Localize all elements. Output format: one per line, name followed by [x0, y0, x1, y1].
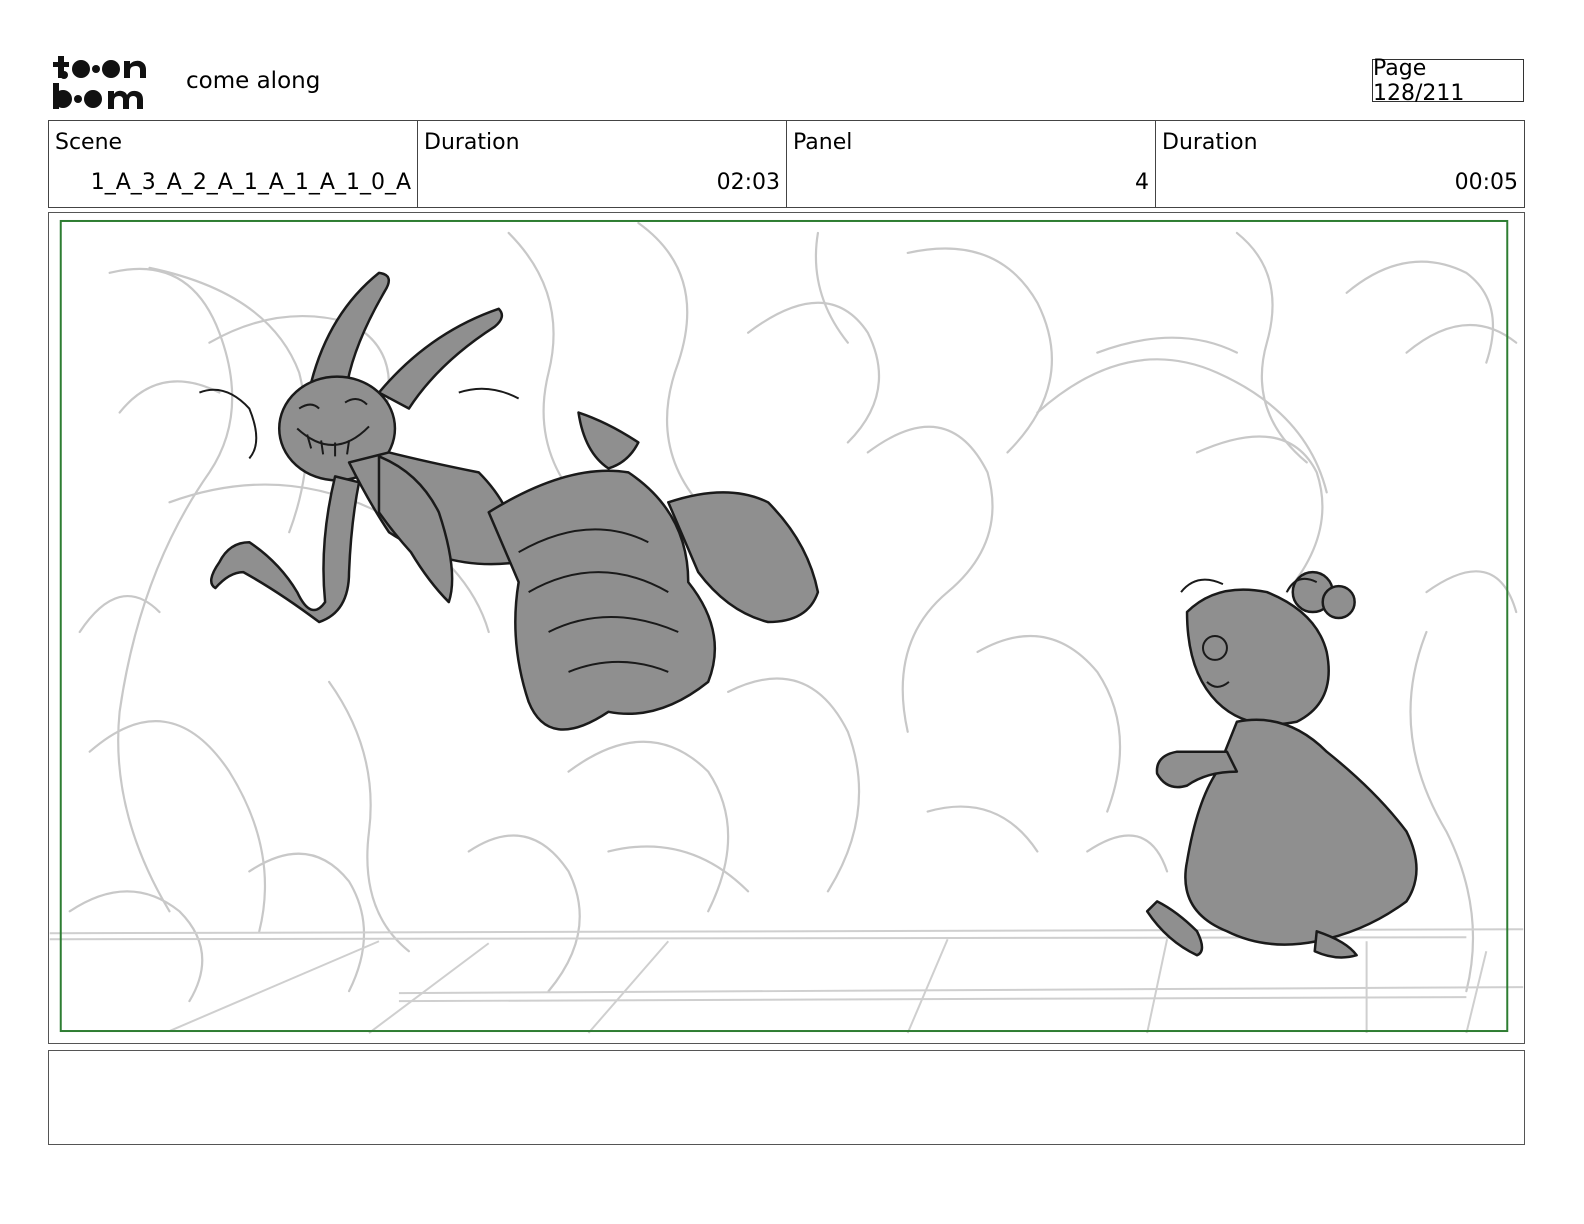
panel-label: Panel	[793, 130, 853, 155]
panel-cell: Panel 4	[787, 121, 1156, 207]
jester-character	[210, 271, 820, 731]
panel-duration-value: 00:05	[1454, 170, 1518, 195]
toon-boom-logo	[53, 56, 146, 109]
scene-duration-label: Duration	[424, 130, 520, 155]
floor-sketch	[49, 928, 1524, 1034]
panel-info-table: Scene 1_A_3_A_2_A_1_A_1_A_1_0_A Duration…	[48, 120, 1525, 208]
scene-duration-value: 02:03	[716, 170, 780, 195]
page-indicator: Page 128/211	[1372, 56, 1524, 106]
storyboard-panel	[48, 212, 1525, 1044]
panel-duration-cell: Duration 00:05	[1156, 121, 1524, 207]
scene-cell: Scene 1_A_3_A_2_A_1_A_1_A_1_0_A	[49, 121, 418, 207]
panel-drawing	[49, 219, 1524, 1034]
project-title: come along	[186, 68, 321, 94]
panel-value: 4	[1135, 170, 1149, 195]
scene-duration-cell: Duration 02:03	[418, 121, 787, 207]
scene-value: 1_A_3_A_2_A_1_A_1_A_1_0_A	[90, 170, 411, 195]
scene-label: Scene	[55, 130, 123, 155]
notes-box[interactable]	[48, 1050, 1525, 1145]
girl-character	[1145, 570, 1418, 959]
panel-duration-label: Duration	[1162, 130, 1258, 155]
